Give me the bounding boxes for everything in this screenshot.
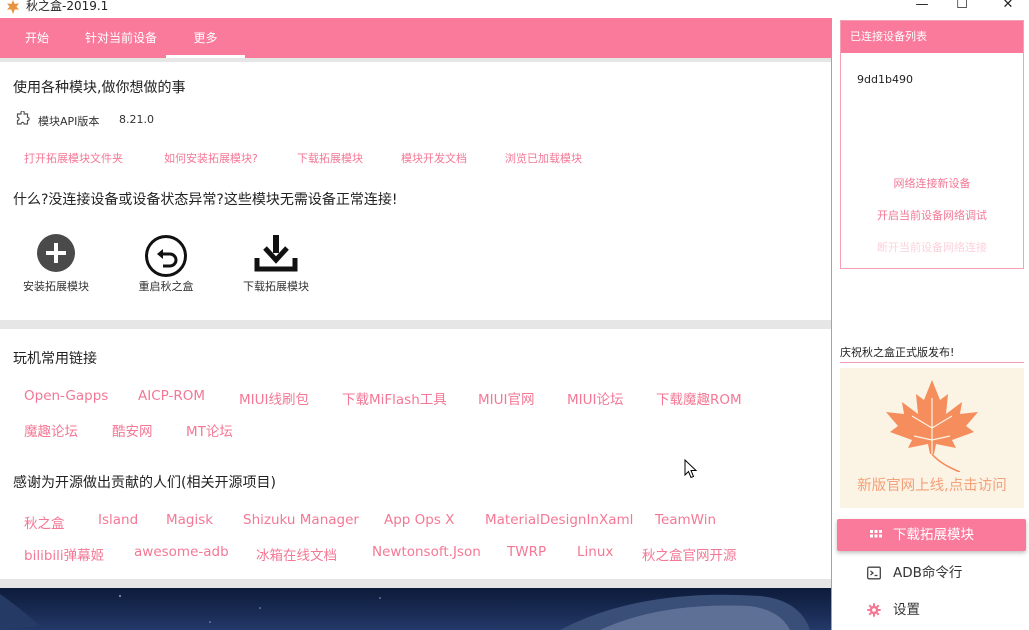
minimize-button[interactable]: —	[912, 0, 932, 15]
credit-icebox-docs[interactable]: 冰箱在线文档	[256, 544, 337, 564]
download-modules-link[interactable]: 下载拓展模块	[297, 150, 363, 166]
terminal-icon	[867, 566, 881, 580]
close-button[interactable]: ✕	[998, 0, 1018, 15]
how-to-install-module-link[interactable]: 如何安装拓展模块?	[164, 150, 258, 166]
module-dev-docs-link[interactable]: 模块开发文档	[401, 150, 467, 166]
browse-loaded-modules-link[interactable]: 浏览已加载模块	[505, 150, 582, 166]
download-module-action[interactable]: 下载拓展模块	[221, 234, 331, 294]
device-list-panel: 已连接设备列表 9dd1b490 网络连接新设备 开启当前设备网络调试 断开当前…	[840, 20, 1024, 269]
promo-caption: 新版官网上线,点击访问	[857, 478, 1007, 494]
window-title: 秋之盒-2019.1	[26, 0, 109, 13]
install-module-label: 安装拓展模块	[23, 280, 89, 293]
title-bar: 秋之盒-2019.1 — ☐ ✕	[0, 0, 1029, 18]
link-miflash[interactable]: 下载MiFlash工具	[342, 388, 447, 408]
nav-adb-terminal[interactable]: ADB命令行	[837, 557, 1026, 589]
active-tab-indicator	[166, 55, 245, 58]
tab-bar: 开始 针对当前设备 更多	[0, 18, 831, 58]
gear-icon	[867, 603, 881, 617]
restart-app-action[interactable]: 重启秋之盒	[111, 234, 221, 294]
nav-settings-label: 设置	[893, 602, 920, 618]
nav-adb-terminal-label: ADB命令行	[893, 565, 963, 581]
connect-network-device-link[interactable]: 网络连接新设备	[841, 175, 1023, 191]
nav-settings[interactable]: 设置	[837, 594, 1026, 626]
maple-leaf-icon	[886, 380, 978, 472]
links-card: 玩机常用链接 Open-Gapps AICP-ROM MIUI线刷包 下载MiF…	[0, 329, 831, 579]
link-miui-site[interactable]: MIUI官网	[478, 388, 535, 408]
promo-divider	[840, 362, 1024, 363]
credit-island[interactable]: Island	[98, 512, 138, 528]
credit-twrp[interactable]: TWRP	[507, 544, 546, 560]
mouse-cursor-icon	[684, 459, 698, 479]
credits-heading: 感谢为开源做出贡献的人们(相关开源项目)	[13, 475, 276, 491]
modules-heading: 使用各种模块,做你想做的事	[13, 80, 186, 96]
device-list-header: 已连接设备列表	[841, 21, 1023, 53]
common-links-heading: 玩机常用链接	[13, 351, 97, 367]
maximize-button[interactable]: ☐	[952, 0, 972, 15]
link-miui-fastboot[interactable]: MIUI线刷包	[239, 388, 309, 408]
api-version-value: 8.21.0	[119, 113, 154, 126]
app-logo-icon	[7, 0, 19, 14]
install-module-action[interactable]: 安装拓展模块	[1, 234, 111, 294]
tab-start[interactable]: 开始	[12, 18, 62, 58]
restart-icon	[145, 235, 187, 277]
enable-network-debug-link[interactable]: 开启当前设备网络调试	[841, 207, 1023, 223]
device-item[interactable]: 9dd1b490	[857, 73, 913, 86]
credit-app-ops-x[interactable]: App Ops X	[384, 512, 454, 528]
credit-bilibili[interactable]: bilibili弹幕姬	[24, 544, 104, 564]
link-mokee-forum[interactable]: 魔趣论坛	[24, 420, 78, 440]
api-version-label: 模块API版本	[38, 115, 100, 128]
bottom-banner-image[interactable]	[0, 588, 831, 630]
offline-modules-heading: 什么?没连接设备或设备状态异常?这些模块无需设备正常连接!	[13, 192, 398, 208]
grid-icon	[870, 530, 882, 538]
promo-title: 庆祝秋之盒正式版发布!	[840, 346, 955, 359]
promo-banner[interactable]: 新版官网上线,点击访问	[840, 368, 1024, 508]
credit-autumnbox[interactable]: 秋之盒	[24, 512, 65, 532]
puzzle-icon	[16, 111, 30, 125]
link-mt-forum[interactable]: MT论坛	[186, 420, 233, 440]
credit-shizuku[interactable]: Shizuku Manager	[243, 512, 359, 528]
credit-material-design[interactable]: MaterialDesignInXaml	[485, 512, 633, 528]
right-sidebar: 已连接设备列表 9dd1b490 网络连接新设备 开启当前设备网络调试 断开当前…	[831, 18, 1029, 630]
tab-more[interactable]: 更多	[166, 18, 245, 58]
credit-magisk[interactable]: Magisk	[166, 512, 213, 528]
credit-awesome-adb[interactable]: awesome-adb	[134, 544, 229, 560]
credit-site-source[interactable]: 秋之盒官网开源	[642, 544, 737, 564]
link-aicp-rom[interactable]: AICP-ROM	[138, 388, 205, 404]
tab-current-device[interactable]: 针对当前设备	[80, 18, 162, 58]
restart-app-label: 重启秋之盒	[138, 280, 194, 293]
download-icon	[254, 235, 298, 272]
credit-teamwin[interactable]: TeamWin	[655, 512, 716, 528]
link-open-gapps[interactable]: Open-Gapps	[24, 388, 108, 404]
plus-circle-icon	[37, 234, 75, 272]
link-coolapk[interactable]: 酷安网	[112, 420, 153, 440]
link-miui-forum[interactable]: MIUI论坛	[567, 388, 624, 408]
main-panel: 开始 针对当前设备 更多 使用各种模块,做你想做的事 模块API版本 8.21.…	[0, 18, 831, 630]
banner-artwork	[0, 594, 810, 630]
link-mokee-rom[interactable]: 下载魔趣ROM	[656, 388, 742, 408]
disconnect-network-link: 断开当前设备网络连接	[877, 241, 987, 254]
credit-linux[interactable]: Linux	[577, 544, 613, 560]
modules-card: 使用各种模块,做你想做的事 模块API版本 8.21.0 打开拓展模块文件夹 如…	[0, 62, 831, 320]
download-module-label: 下载拓展模块	[243, 280, 309, 293]
open-module-folder-link[interactable]: 打开拓展模块文件夹	[24, 150, 123, 166]
nav-download-modules-label: 下载拓展模块	[893, 527, 974, 543]
credit-newtonsoft[interactable]: Newtonsoft.Json	[372, 544, 481, 560]
nav-download-modules[interactable]: 下载拓展模块	[837, 519, 1026, 551]
